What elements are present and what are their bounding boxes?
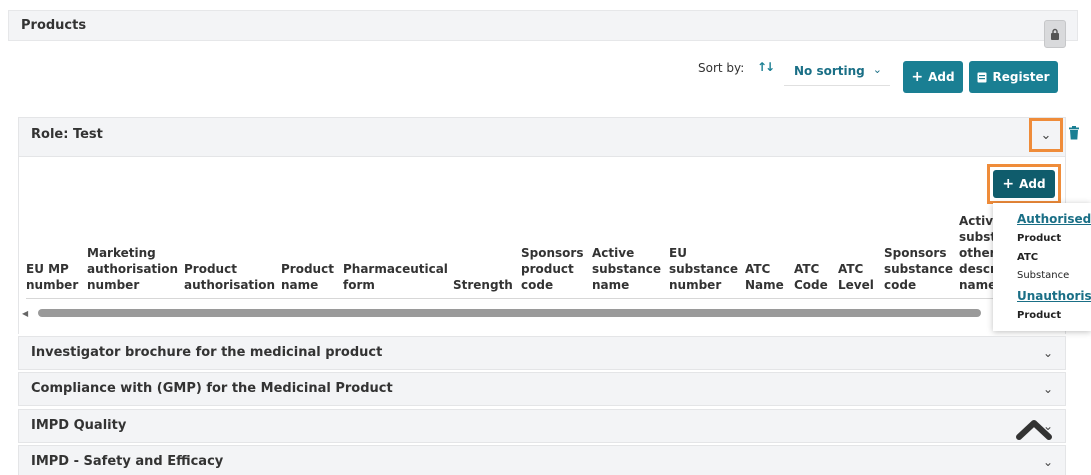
sort-arrows-icon[interactable]: ↑↓ [757,60,775,74]
column-header[interactable]: Active substance name [592,245,661,293]
plus-icon: + [1002,176,1015,192]
column-header[interactable]: Product name [281,261,334,293]
add-dropdown-menu: Authorised Product ATC Substance Unautho… [993,203,1091,331]
section-investigator-brochure[interactable]: Investigator brochure for the medicinal … [18,336,1066,370]
dropdown-item-product[interactable]: Product [1017,233,1061,244]
chevron-down-icon: ⌄ [1042,455,1053,469]
products-header: Products [8,10,1078,41]
section-title: Compliance with (GMP) for the Medicinal … [31,381,393,396]
products-title: Products [21,18,87,33]
dropdown-item-unauthorised-product[interactable]: Product [1017,310,1061,321]
section-gmp-compliance[interactable]: Compliance with (GMP) for the Medicinal … [18,372,1066,406]
column-header[interactable]: EU substance number [669,245,738,293]
column-header[interactable]: Product authorisation [184,261,275,293]
register-button[interactable]: Register [969,61,1058,93]
add-button[interactable]: + Add [903,61,963,93]
column-header[interactable]: Sponsors product code [521,245,583,293]
sort-value: No sorting [794,63,865,78]
column-header[interactable]: Pharmaceutical form [343,261,448,293]
section-title: IMPD - Safety and Efficacy [31,454,224,469]
trash-icon[interactable] [1068,126,1080,140]
section-impd-quality[interactable]: IMPD Quality ⌄ [18,409,1066,443]
column-header[interactable]: Marketing authorisation number [87,245,178,293]
section-title: IMPD Quality [31,418,127,433]
add-button-label: Add [928,70,955,84]
column-header[interactable]: ATC Level [838,261,874,293]
dropdown-item-substance[interactable]: Substance [1017,270,1069,281]
sort-select[interactable]: No sorting ⌄ [784,56,890,86]
dropdown-item-atc[interactable]: ATC [1017,252,1038,263]
lock-button[interactable] [1044,20,1066,48]
section-impd-safety-efficacy[interactable]: IMPD - Safety and Efficacy ⌄ [18,445,1066,475]
column-header[interactable]: ATC Name [745,261,784,293]
register-icon [977,72,987,82]
column-header[interactable]: Activ subst other descr name [959,213,995,293]
column-header[interactable]: Strength [453,277,513,293]
lock-icon [1051,28,1059,40]
table-divider [26,298,1061,299]
column-header[interactable]: Sponsors substance code [884,245,953,293]
column-header[interactable]: EU MP number [26,261,78,293]
role-add-button[interactable]: + Add [993,170,1055,198]
column-header[interactable]: ATC Code [794,261,828,293]
role-section-header[interactable]: Role: Test [18,117,1066,157]
horizontal-scrollbar[interactable] [38,309,981,317]
scroll-to-top-icon[interactable] [1016,417,1052,441]
dropdown-heading-authorised[interactable]: Authorised [1017,212,1091,226]
role-collapse-button[interactable]: ⌄ [1029,118,1063,152]
chevron-down-icon: ⌄ [872,63,882,76]
chevron-down-icon: ⌄ [1040,127,1052,143]
sort-label: Sort by: [698,61,745,75]
role-add-label: Add [1019,177,1046,191]
scroll-left-icon[interactable]: ◀ [22,309,28,318]
plus-icon: + [911,69,924,85]
chevron-down-icon: ⌄ [1042,346,1053,360]
dropdown-heading-unauthorised[interactable]: Unauthorise [1017,289,1091,303]
chevron-down-icon: ⌄ [1042,382,1053,396]
register-button-label: Register [992,70,1050,84]
section-title: Investigator brochure for the medicinal … [31,345,383,360]
role-title: Role: Test [31,127,103,142]
